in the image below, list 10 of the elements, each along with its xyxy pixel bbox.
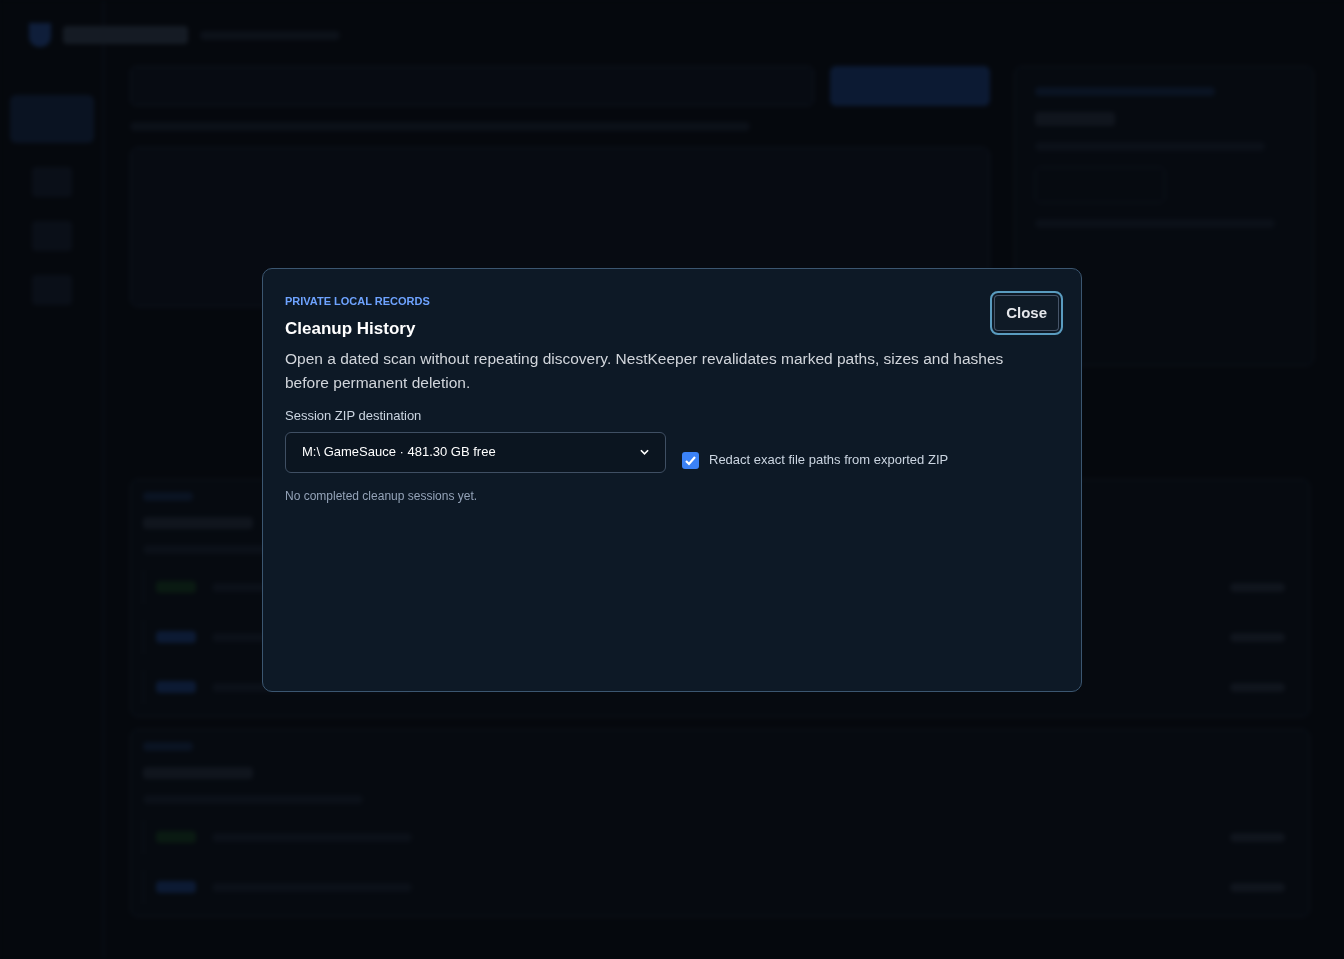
dialog-description: Open a dated scan without repeating discovery. NestKeeper revalidates marked paths, sizes and hashes before permanent deletion. (285, 349, 1005, 393)
chevron-down-icon (640, 449, 649, 455)
dialog-eyebrow: PRIVATE LOCAL RECORDS (285, 294, 430, 309)
close-button[interactable]: Close (990, 291, 1063, 335)
zip-destination-select[interactable]: M:\ GameSauce · 481.30 GB free (285, 431, 666, 473)
field-label: Session ZIP destination (285, 407, 423, 425)
checkbox-label: Redact exact file paths from exported ZIP (709, 451, 949, 470)
dialog-title: Cleanup History (285, 317, 417, 340)
empty-message: No completed cleanup sessions yet. (285, 487, 479, 505)
checkbox[interactable] (682, 451, 699, 469)
